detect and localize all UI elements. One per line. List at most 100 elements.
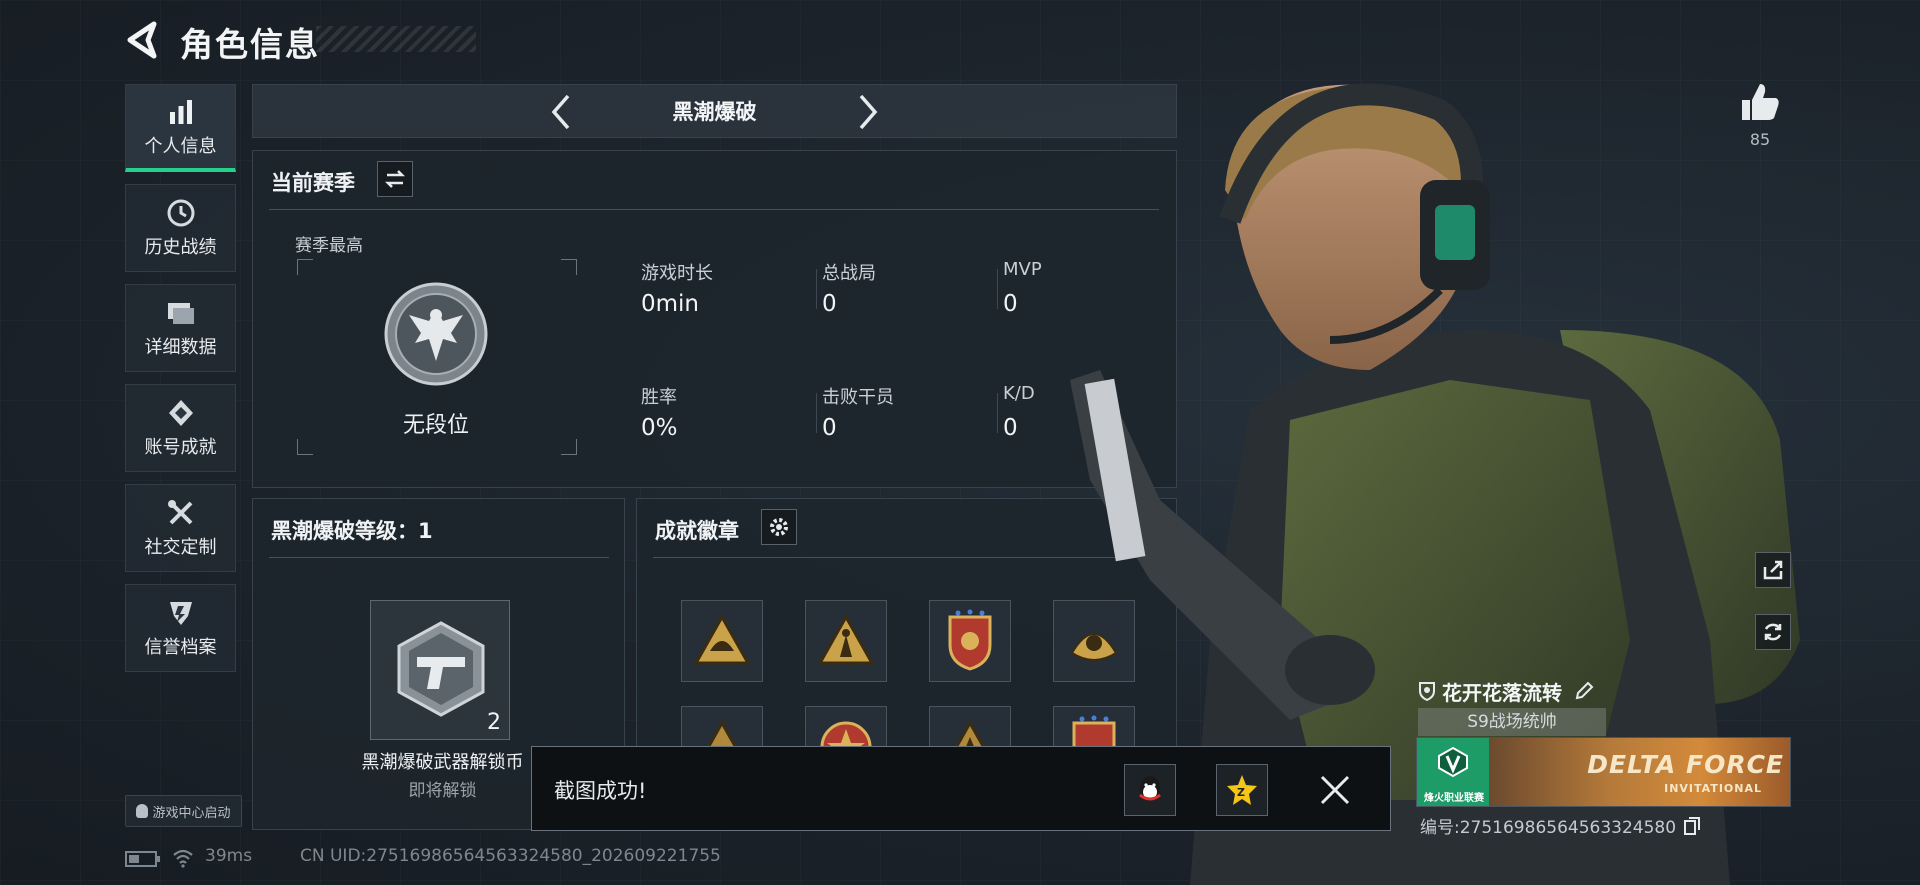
- badge-triangle-soldier[interactable]: [805, 600, 887, 682]
- share-qzone-button[interactable]: Z: [1216, 764, 1268, 816]
- sidebar-item-label: 账号成就: [144, 437, 217, 458]
- medal-icon: [164, 397, 198, 429]
- tools-icon: [164, 497, 198, 529]
- like-count: 85: [1749, 130, 1771, 149]
- badge-shield-star[interactable]: [929, 600, 1011, 682]
- player-id: 编号:27516986564563324580: [1420, 818, 1677, 838]
- mode-prev-button[interactable]: [536, 85, 586, 139]
- soldier-badge-icon: [817, 613, 875, 665]
- share-qq-button[interactable]: [1124, 764, 1176, 816]
- sidebar-item-label: 信誉档案: [144, 637, 217, 658]
- achievements-settings-button[interactable]: [761, 509, 797, 545]
- frame-corner: [297, 259, 313, 275]
- divider: [269, 557, 609, 558]
- season-switch-button[interactable]: [377, 161, 413, 197]
- league-name: 烽火职业联赛: [1424, 793, 1484, 804]
- stat-label-playtime: 游戏时长: [641, 263, 713, 284]
- sidebar-item-label: 详细数据: [144, 337, 217, 358]
- badge-triangle-helmet[interactable]: [681, 600, 763, 682]
- stat-value-winrate: 0%: [641, 415, 678, 441]
- level-title: 黑潮爆破等级：1: [271, 519, 433, 543]
- edit-icon[interactable]: [1574, 681, 1594, 701]
- pistol-icon: [397, 621, 485, 717]
- mode-next-button[interactable]: [843, 85, 893, 139]
- stat-label-matches: 总战局: [822, 263, 876, 284]
- battery-icon: [125, 851, 160, 867]
- stat-separator: [997, 393, 998, 433]
- uid-text: CN UID:27516986564563324580_202609221755: [300, 846, 721, 866]
- sidebar-item-credit[interactable]: 信誉档案: [125, 584, 236, 672]
- chevron-right-icon: [859, 94, 878, 130]
- stat-value-matches: 0: [822, 291, 837, 317]
- share-button[interactable]: [1755, 552, 1791, 588]
- stat-label-kills: 击败干员: [822, 387, 894, 408]
- divider: [269, 209, 1159, 210]
- clock-icon: [164, 197, 198, 229]
- sidebar-item-achievements[interactable]: 账号成就: [125, 384, 236, 472]
- wifi-icon: [173, 849, 193, 868]
- game-center-label: 游戏中心启动: [152, 805, 231, 821]
- rank-shield-icon: [1419, 682, 1435, 701]
- player-id-line: 编号:27516986564563324580: [1420, 813, 1701, 838]
- toast-message: 截图成功!: [554, 779, 647, 803]
- stat-value-kills: 0: [822, 415, 837, 441]
- banner-artwork: DELTA FORCE INVITATIONAL: [1489, 738, 1790, 806]
- page-title: 角色信息: [180, 25, 320, 64]
- copy-icon[interactable]: [1684, 816, 1701, 835]
- shield-star-badge-icon: [948, 609, 992, 671]
- back-arrow-icon[interactable]: [122, 18, 162, 62]
- sidebar-item-detailed-data[interactable]: 详细数据: [125, 284, 236, 372]
- player-name: 花开花落流转: [1442, 680, 1562, 705]
- weapon-unlock-card[interactable]: 2: [370, 600, 510, 740]
- qq-icon: [1139, 776, 1161, 801]
- stat-value-kd: 0: [1003, 415, 1018, 441]
- thumbs-up-icon[interactable]: [1738, 80, 1782, 124]
- stat-separator: [816, 393, 817, 433]
- stat-separator: [816, 269, 817, 309]
- title-decoration: [316, 26, 476, 52]
- ping-value: 39ms: [205, 846, 253, 866]
- player-name-row: 花开花落流转: [1418, 675, 1594, 707]
- sidebar-item-social[interactable]: 社交定制: [125, 484, 236, 572]
- qq-icon: [136, 804, 149, 818]
- weapon-name: 黑潮爆破武器解锁币: [361, 752, 524, 773]
- banner-logo-text: DELTA FORCE: [1587, 750, 1784, 779]
- league-logo: 烽火职业联赛: [1417, 738, 1489, 806]
- refresh-icon: [1764, 623, 1782, 641]
- helmet-badge-icon: [693, 613, 751, 665]
- bar-chart-icon: [164, 96, 198, 128]
- toast-close-button[interactable]: [1312, 767, 1358, 813]
- season-title: 当前赛季: [271, 171, 355, 195]
- season-highest-label: 赛季最高: [295, 236, 363, 256]
- stat-value-playtime: 0min: [641, 291, 700, 317]
- rank-title: S9战场统帅: [1418, 708, 1606, 736]
- sidebar-item-label: 社交定制: [144, 537, 217, 558]
- stat-value-mvp: 0: [1003, 291, 1018, 317]
- weapon-status: 即将解锁: [408, 781, 477, 801]
- sidebar-item-history[interactable]: 历史战绩: [125, 184, 236, 272]
- frame-corner: [561, 439, 577, 455]
- folder-icon: [164, 297, 198, 329]
- swap-icon: [384, 170, 406, 188]
- game-center-button[interactable]: 游戏中心启动: [125, 795, 242, 827]
- sidebar-item-label: 个人信息: [144, 135, 217, 157]
- shield-icon: [164, 597, 198, 629]
- sidebar-item-label: 历史战绩: [144, 237, 217, 258]
- svg-text:Z: Z: [1237, 786, 1245, 799]
- share-icon: [1763, 560, 1783, 580]
- rotate-button[interactable]: [1755, 614, 1791, 650]
- screenshot-toast: 截图成功! Z: [531, 746, 1391, 831]
- rank-name: 无段位: [402, 413, 469, 438]
- stat-label-winrate: 胜率: [641, 387, 677, 408]
- gear-icon: [770, 518, 788, 536]
- league-emblem-icon: [1438, 746, 1468, 778]
- frame-corner: [297, 439, 313, 455]
- banner-logo-subtext: INVITATIONAL: [1664, 782, 1762, 795]
- weapon-count: 2: [487, 710, 501, 735]
- chevron-left-icon: [551, 94, 570, 130]
- player-banner[interactable]: 烽火职业联赛 DELTA FORCE INVITATIONAL: [1416, 737, 1791, 807]
- sidebar-item-personal-info[interactable]: 个人信息: [125, 84, 236, 172]
- achievements-title: 成就徽章: [655, 519, 739, 543]
- qzone-star-icon: Z: [1227, 775, 1257, 805]
- rank-eagle-icon: [384, 282, 488, 386]
